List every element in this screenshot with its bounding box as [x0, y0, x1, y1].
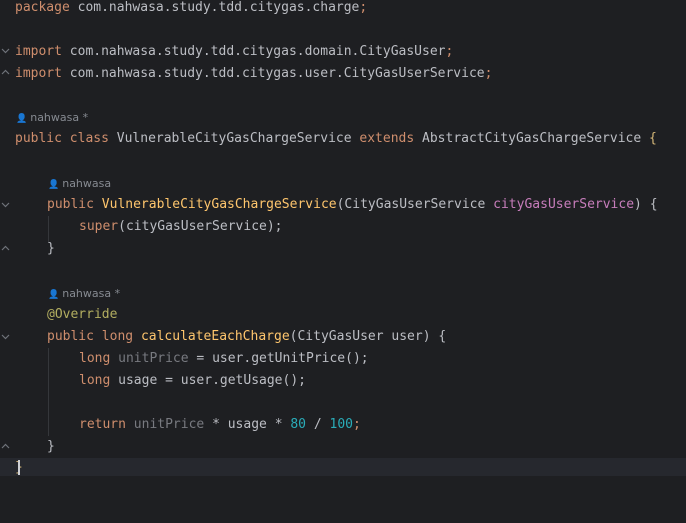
keyword: extends [351, 131, 423, 146]
keyword: import [15, 44, 62, 59]
keyword: import [15, 66, 62, 81]
person-icon: 👤 [48, 180, 60, 190]
author-name: nahwasa [62, 177, 112, 190]
code-editor[interactable]: package com.nahwasa.study.tdd.citygas.ch… [0, 0, 686, 476]
keyword: public [47, 329, 102, 344]
code-line-import[interactable]: import com.nahwasa.study.tdd.citygas.use… [0, 63, 686, 85]
author-inlay-hint[interactable]: 👤 nahwasa [0, 174, 686, 194]
code-line-super-call[interactable]: super(cityGasUserService); [0, 216, 686, 238]
author-name: nahwasa * [62, 287, 121, 300]
semicolon: ; [445, 44, 454, 59]
keyword: public [15, 131, 62, 146]
code-line-usage[interactable]: long usage = user.getUsage(); [0, 370, 686, 392]
author-inlay-hint[interactable]: 👤 nahwasa * [0, 108, 686, 128]
code-line-package[interactable]: package com.nahwasa.study.tdd.citygas.ch… [0, 0, 686, 19]
method-args: (CityGasUser user) { [289, 329, 447, 344]
annotation: @Override [47, 307, 118, 322]
author-name: nahwasa * [30, 111, 89, 124]
brace: } [47, 439, 55, 454]
keyword: class [61, 131, 117, 146]
super-args: (cityGasUserService); [118, 219, 283, 234]
number-literal: 80 [290, 417, 307, 432]
keyword: super [79, 219, 119, 234]
code-line-method-declaration[interactable]: public long calculateEachCharge(CityGasU… [0, 326, 686, 348]
brace: } [47, 241, 55, 256]
author-inlay-hint[interactable]: 👤 nahwasa * [0, 284, 686, 304]
operator: / [306, 417, 330, 432]
person-icon: 👤 [48, 290, 60, 300]
text-caret [18, 460, 20, 475]
code-line-close-brace[interactable]: } [0, 238, 686, 260]
semicolon: ; [352, 417, 361, 432]
keyword: return [79, 417, 134, 432]
constructor-name: VulnerableCityGasChargeService [101, 197, 337, 212]
class-name: VulnerableCityGasChargeService [116, 131, 352, 146]
code-line-class-declaration[interactable]: public class VulnerableCityGasChargeServ… [0, 128, 686, 150]
keyword: public [47, 197, 102, 212]
keyword: long [79, 351, 119, 366]
code-line-unit-price[interactable]: long unitPrice = user.getUnitPrice(); [0, 348, 686, 370]
code-line-import[interactable]: import com.nahwasa.study.tdd.citygas.dom… [0, 41, 686, 63]
code-line-constructor[interactable]: public VulnerableCityGasChargeService(Ci… [0, 194, 686, 216]
operator: * [204, 417, 228, 432]
brace: { [641, 131, 657, 146]
semicolon: ; [359, 0, 368, 15]
constructor-end: ) { [634, 197, 658, 212]
parent-class-name: AbstractCityGasChargeService [422, 131, 642, 146]
variable-name: unitPrice [118, 351, 189, 366]
person-icon: 👤 [16, 114, 28, 124]
constructor-args: (CityGasUserService [336, 197, 494, 212]
number-literal: 100 [329, 417, 353, 432]
variable-name: usage [227, 417, 267, 432]
parameter-name: cityGasUserService [493, 197, 635, 212]
variable-name: unitPrice [133, 417, 205, 432]
code-line-close-brace[interactable]: } [0, 436, 686, 458]
import-name: com.nahwasa.study.tdd.citygas.domain.Cit… [61, 44, 446, 59]
code-line-annotation[interactable]: @Override [0, 304, 686, 326]
method-name: calculateEachCharge [140, 329, 290, 344]
operator: * [266, 417, 291, 432]
keyword: package [15, 0, 70, 15]
code-line-return[interactable]: return unitPrice * usage * 80 / 100; [0, 414, 686, 436]
keyword: long [101, 329, 141, 344]
package-name: com.nahwasa.study.tdd.citygas.charge [69, 0, 360, 15]
variable-name: usage [118, 373, 158, 388]
semicolon: ; [484, 66, 493, 81]
assignment: = user.getUsage(); [157, 373, 306, 388]
keyword: long [79, 373, 119, 388]
assignment: = user.getUnitPrice(); [188, 351, 369, 366]
import-name: com.nahwasa.study.tdd.citygas.user.CityG… [61, 66, 485, 81]
